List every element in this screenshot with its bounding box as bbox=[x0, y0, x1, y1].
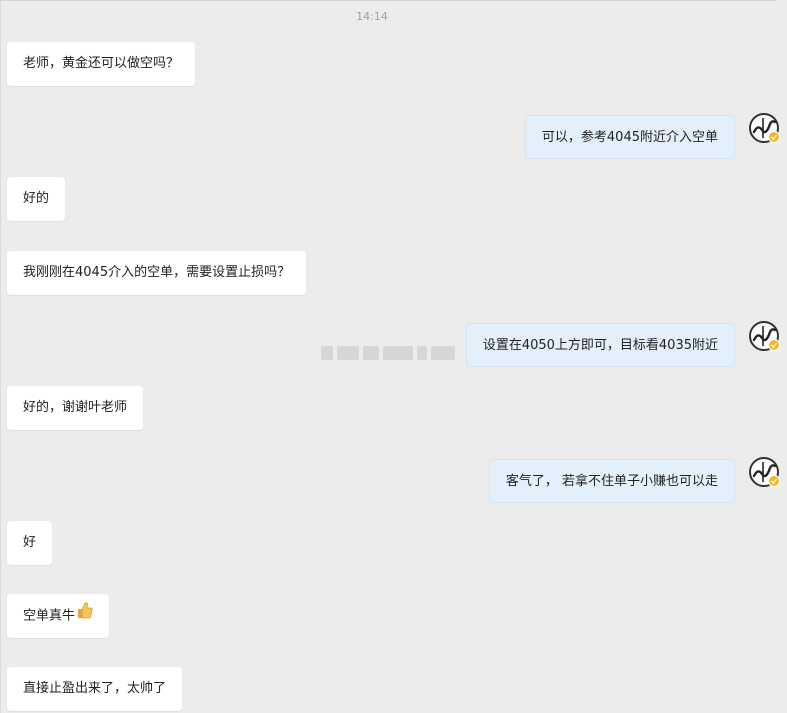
avatar[interactable] bbox=[748, 320, 781, 352]
message-bubble-incoming[interactable]: 好 bbox=[7, 521, 53, 565]
message-text: 直接止盈出来了，太帅了 bbox=[23, 681, 167, 696]
message-bubble-incoming[interactable]: 好的 bbox=[7, 177, 66, 221]
message-text: 好的，谢谢叶老师 bbox=[23, 400, 128, 415]
message-bubble-incoming[interactable]: 好的，谢谢叶老师 bbox=[7, 386, 144, 430]
chat-timestamp: 14:14 bbox=[356, 10, 388, 23]
chat-window: 14:14 老师，黄金还可以做空吗？ 可以，参考4045附近介入空单 好的 我刚… bbox=[0, 0, 787, 713]
message-text: 可以，参考4045附近介入空单 bbox=[541, 130, 718, 145]
message-bubble-incoming[interactable]: 老师，黄金还可以做空吗？ bbox=[7, 42, 196, 86]
message-text: 好 bbox=[23, 535, 37, 550]
message-bubble-incoming[interactable]: 空单真牛 bbox=[7, 594, 110, 638]
message-bubble-outgoing[interactable]: 可以，参考4045附近介入空单 bbox=[524, 115, 735, 159]
divider bbox=[1, 0, 777, 1]
message-text: 老师，黄金还可以做空吗？ bbox=[23, 56, 180, 71]
message-bubble-incoming[interactable]: 直接止盈出来了，太帅了 bbox=[7, 667, 183, 711]
message-bubble-incoming[interactable]: 我刚刚在4045介入的空单，需要设置止损吗？ bbox=[7, 251, 307, 295]
avatar-logo-icon bbox=[749, 457, 781, 488]
message-text: 我刚刚在4045介入的空单，需要设置止损吗？ bbox=[23, 265, 291, 280]
avatar[interactable] bbox=[748, 456, 781, 488]
redacted-text bbox=[321, 342, 471, 364]
avatar[interactable] bbox=[748, 112, 781, 144]
message-text: 空单真牛 bbox=[23, 608, 76, 624]
message-text: 客气了， 若拿不住单子小赚也可以走 bbox=[505, 474, 718, 489]
message-text: 好的 bbox=[23, 191, 50, 206]
avatar-logo-icon bbox=[749, 321, 781, 352]
message-text: 设置在4050上方即可，目标看4035附近 bbox=[482, 338, 718, 353]
message-bubble-outgoing[interactable]: 设置在4050上方即可，目标看4035附近 bbox=[465, 323, 735, 367]
message-bubble-outgoing[interactable]: 客气了， 若拿不住单子小赚也可以走 bbox=[488, 459, 735, 503]
avatar-logo-icon bbox=[749, 113, 781, 144]
thumbs-up-icon bbox=[77, 594, 93, 638]
